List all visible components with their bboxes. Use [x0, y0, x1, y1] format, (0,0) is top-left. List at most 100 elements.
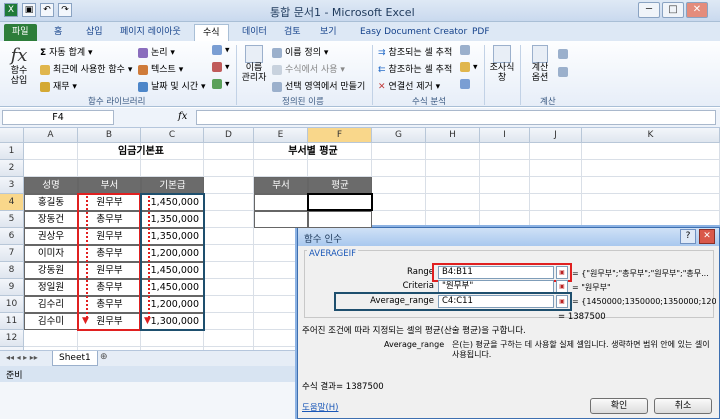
tab-pdf[interactable]: PDF [464, 24, 498, 41]
math-button[interactable]: ▾ [212, 62, 230, 73]
sheet-nav-arrows[interactable]: ◂◂ ◂ ▸ ▸▸ [6, 353, 38, 362]
grid-cell[interactable] [24, 330, 78, 347]
table-header[interactable]: 부서 [254, 177, 308, 194]
grid-cell[interactable] [78, 330, 141, 347]
grid-cell[interactable] [530, 160, 582, 177]
column-header[interactable]: J [530, 128, 582, 143]
tab-review[interactable]: 검토 [276, 24, 309, 41]
row-header[interactable]: 6 [0, 228, 24, 245]
grid-cell[interactable] [204, 262, 254, 279]
grid-cell[interactable] [426, 177, 480, 194]
grid-cell[interactable] [141, 330, 204, 347]
column-header[interactable]: H [426, 128, 480, 143]
fx-icon[interactable]: fx [178, 111, 187, 122]
cancel-button[interactable]: 취소 [654, 398, 712, 414]
column-header[interactable]: G [372, 128, 426, 143]
row-header[interactable]: 3 [0, 177, 24, 194]
grid-cell[interactable] [480, 211, 530, 228]
grid-cell[interactable] [480, 177, 530, 194]
lookup-button[interactable]: ▾ [212, 45, 230, 56]
grid-cell[interactable] [204, 296, 254, 313]
tab-data[interactable]: 데이터 [234, 24, 275, 41]
result-cell[interactable] [308, 211, 372, 228]
trace-precedents-button[interactable]: ⇉ 참조되는 셀 추적 [378, 45, 452, 58]
close-button[interactable]: ✕ [686, 2, 708, 18]
grid-cell[interactable] [204, 160, 254, 177]
define-name-button[interactable]: 이름 정의 ▾ [272, 45, 328, 58]
calc-options-button[interactable]: 계산 옵션 [526, 45, 554, 83]
watch-window-button[interactable]: 조사식 창 [488, 45, 516, 83]
redo-icon[interactable]: ↷ [58, 3, 72, 17]
grid-cell[interactable] [582, 143, 720, 160]
grid-cell[interactable] [204, 245, 254, 262]
row-header[interactable]: 2 [0, 160, 24, 177]
grid-cell[interactable] [204, 211, 254, 228]
maximize-button[interactable]: □ [662, 2, 684, 18]
create-from-selection-button[interactable]: 선택 영역에서 만들기 [272, 79, 365, 92]
row-header[interactable]: 1 [0, 143, 24, 160]
grid-cell[interactable] [141, 160, 204, 177]
sheet-tab[interactable]: Sheet1 [52, 351, 98, 366]
financial-button[interactable]: 재무 ▾ [40, 79, 77, 92]
evaluate-formula-button[interactable] [460, 79, 473, 90]
grid-cell[interactable] [372, 211, 426, 228]
name-cell[interactable]: 정일원 [24, 279, 78, 296]
minimize-button[interactable]: ─ [638, 2, 660, 18]
calc-now-button[interactable] [558, 49, 571, 60]
text-button[interactable]: 텍스트 ▾ [138, 62, 183, 75]
grid-cell[interactable] [24, 143, 78, 160]
name-cell[interactable]: 김수미 [24, 313, 78, 330]
grid-cell[interactable] [78, 160, 141, 177]
grid-cell[interactable] [308, 160, 372, 177]
grid-cell[interactable] [24, 160, 78, 177]
column-header[interactable]: B [78, 128, 141, 143]
recent-functions-button[interactable]: 최근에 사용한 함수 ▾ [40, 62, 132, 75]
tab-view[interactable]: 보기 [312, 24, 345, 41]
grid-cell[interactable] [254, 160, 308, 177]
use-in-formula-button[interactable]: 수식에서 사용 ▾ [272, 62, 345, 75]
grid-cell[interactable] [372, 160, 426, 177]
tab-insert[interactable]: 삽입 [78, 24, 111, 41]
column-header[interactable]: K [582, 128, 720, 143]
datetime-button[interactable]: 날짜 및 시간 ▾ [138, 79, 206, 92]
grid-cell[interactable] [530, 177, 582, 194]
row-header[interactable]: 7 [0, 245, 24, 262]
name-manager-button[interactable]: 이름 관리자 [240, 45, 268, 83]
result-cell[interactable] [254, 194, 308, 211]
ok-button[interactable]: 확인 [590, 398, 648, 414]
remove-arrows-button[interactable]: ✕ 연결선 제거 ▾ [378, 79, 440, 92]
column-header[interactable]: D [204, 128, 254, 143]
column-header[interactable]: I [480, 128, 530, 143]
insert-sheet-icon[interactable]: ⊕ [100, 352, 108, 362]
logical-button[interactable]: 논리 ▾ [138, 45, 175, 58]
grid-cell[interactable] [204, 330, 254, 347]
error-checking-button[interactable]: ▾ [460, 62, 478, 73]
formula-input[interactable] [196, 110, 716, 125]
row-header[interactable]: 10 [0, 296, 24, 313]
grid-cell[interactable] [426, 194, 480, 211]
name-cell[interactable]: 홍길동 [24, 194, 78, 211]
grid-cell[interactable] [480, 143, 530, 160]
grid-cell[interactable] [426, 160, 480, 177]
name-cell[interactable]: 김수리 [24, 296, 78, 313]
grid-cell[interactable] [582, 160, 720, 177]
name-cell[interactable]: 강동원 [24, 262, 78, 279]
grid-cell[interactable] [204, 194, 254, 211]
column-header[interactable]: F [308, 128, 372, 143]
grid-cell[interactable] [204, 279, 254, 296]
row-header[interactable]: 4 [0, 194, 24, 211]
tab-formulas[interactable]: 수식 [194, 24, 229, 41]
tab-home[interactable]: 홈 [46, 24, 70, 41]
name-cell[interactable]: 권상우 [24, 228, 78, 245]
grid-cell[interactable] [372, 177, 426, 194]
grid-cell[interactable] [204, 177, 254, 194]
grid-cell[interactable] [204, 313, 254, 330]
grid-cell[interactable] [480, 160, 530, 177]
tab-file[interactable]: 파일 [4, 24, 37, 41]
row-header[interactable]: 11 [0, 313, 24, 330]
grid-cell[interactable] [372, 143, 426, 160]
grid-cell[interactable] [530, 211, 582, 228]
show-formulas-button[interactable] [460, 45, 473, 56]
name-cell[interactable]: 장동건 [24, 211, 78, 228]
select-all-corner[interactable] [0, 128, 24, 143]
